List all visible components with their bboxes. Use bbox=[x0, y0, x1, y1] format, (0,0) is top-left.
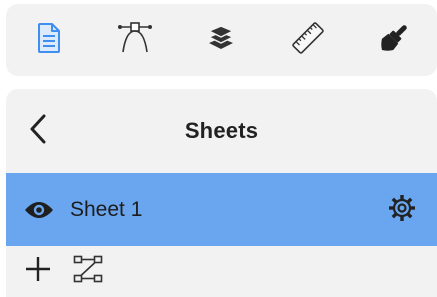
brush-button[interactable] bbox=[366, 12, 422, 68]
document-icon bbox=[37, 22, 61, 58]
add-sheet-button[interactable] bbox=[18, 252, 58, 292]
chevron-left-icon bbox=[29, 114, 47, 149]
ruler-button[interactable] bbox=[280, 12, 336, 68]
panel-footer bbox=[6, 246, 437, 297]
eye-icon[interactable] bbox=[24, 195, 54, 225]
gear-icon bbox=[388, 194, 416, 227]
bezier-transform-icon bbox=[73, 255, 103, 288]
paint-brush-icon bbox=[377, 21, 411, 60]
ruler-icon bbox=[290, 20, 326, 61]
back-button[interactable] bbox=[20, 113, 56, 149]
document-button[interactable] bbox=[21, 12, 77, 68]
sheet-row-selected[interactable]: Sheet 1 bbox=[6, 173, 437, 246]
layers-button[interactable] bbox=[193, 12, 249, 68]
panel-title: Sheets bbox=[184, 118, 259, 143]
tools-toolbar bbox=[6, 4, 437, 76]
layers-icon bbox=[206, 24, 236, 57]
bezier-pen-icon bbox=[117, 21, 153, 59]
sheet-settings-button[interactable] bbox=[385, 193, 419, 227]
pen-tool-button[interactable] bbox=[107, 12, 163, 68]
panel-header: Sheets bbox=[6, 89, 437, 173]
plus-icon bbox=[25, 256, 51, 287]
sheet-name: Sheet 1 bbox=[70, 197, 143, 221]
sheets-panel: Sheets Sheet 1 bbox=[6, 89, 437, 297]
transform-button[interactable] bbox=[68, 252, 108, 292]
